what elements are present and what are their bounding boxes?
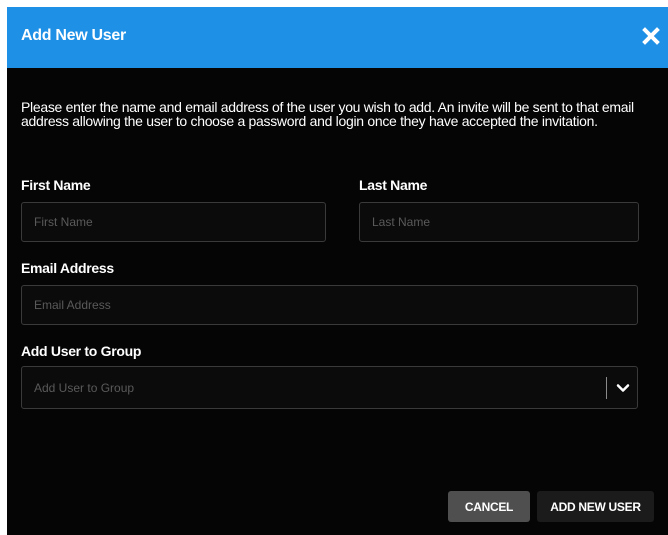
first-name-label: First Name — [21, 177, 91, 193]
last-name-label: Last Name — [359, 177, 428, 193]
dialog-title: Add New User — [21, 27, 126, 44]
add-new-user-button[interactable]: ADD NEW USER — [537, 491, 654, 522]
email-input[interactable] — [21, 285, 638, 325]
group-select-placeholder: Add User to Group — [34, 381, 135, 395]
dialog-instructions: Please enter the name and email address … — [21, 99, 634, 129]
add-user-dialog: Add New User Please enter the name and e… — [7, 7, 668, 535]
select-divider — [606, 377, 607, 399]
group-label: Add User to Group — [21, 343, 142, 359]
group-select[interactable]: Add User to Group — [21, 366, 638, 409]
last-name-input[interactable] — [359, 202, 639, 242]
dialog-header: Add New User — [7, 7, 668, 68]
first-name-input[interactable] — [21, 202, 326, 242]
email-label: Email Address — [21, 260, 114, 276]
cancel-button[interactable]: CANCEL — [448, 491, 530, 522]
close-icon[interactable] — [640, 25, 662, 47]
chevron-down-icon[interactable] — [615, 380, 631, 396]
